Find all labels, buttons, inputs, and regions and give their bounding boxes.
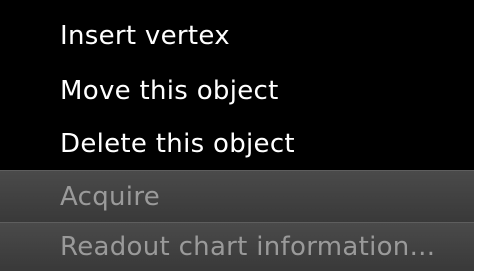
menu-item-delete-object[interactable]: Delete this object xyxy=(0,118,474,170)
menu-item-label: Acquire xyxy=(60,181,161,212)
menu-item-label: Insert vertex xyxy=(60,21,230,51)
context-menu: Insert vertex Move this object Delete th… xyxy=(0,0,478,271)
menu-item-label: Delete this object xyxy=(60,129,295,159)
menu-item-move-object[interactable]: Move this object xyxy=(0,64,474,118)
menu-item-label: Move this object xyxy=(60,76,279,106)
menu-item-insert-vertex[interactable]: Insert vertex xyxy=(0,8,474,64)
menu-item-acquire: Acquire xyxy=(0,170,474,222)
menu-item-label: Readout chart information... xyxy=(60,232,436,262)
menu-item-readout-chart-information: Readout chart information... xyxy=(0,222,474,271)
